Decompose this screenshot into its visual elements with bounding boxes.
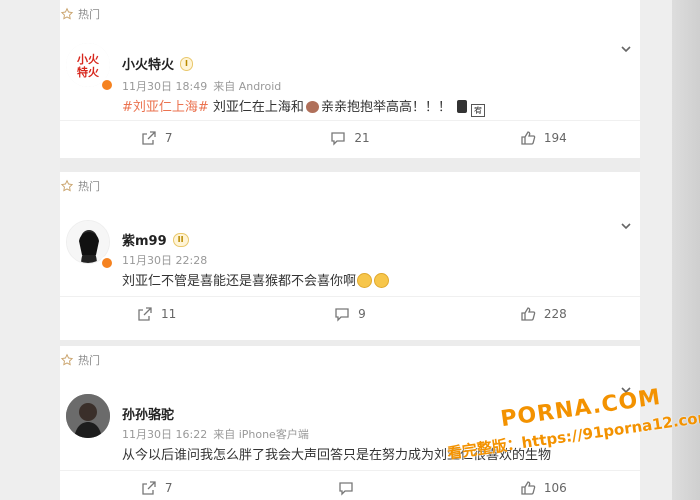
svg-text:特火: 特火 — [77, 65, 100, 79]
hot-label: 热门 — [60, 6, 100, 22]
divider — [60, 120, 640, 121]
share-icon — [138, 307, 152, 321]
laugh-cry-emoji-icon — [374, 273, 390, 288]
like-button[interactable]: 194 — [447, 130, 640, 146]
share-icon — [142, 481, 156, 495]
username[interactable]: 紫m99 II — [122, 230, 189, 249]
chevron-down-icon[interactable] — [620, 43, 632, 55]
chevron-down-icon[interactable] — [620, 220, 632, 232]
member-crown-icon: I — [180, 56, 193, 71]
thumbs-up-icon — [521, 131, 536, 145]
comment-text: 刘亚仁不管是喜能还是喜猴都不会喜你啊 — [122, 270, 390, 289]
verified-badge-icon — [100, 78, 114, 92]
repost-button[interactable]: 7 — [60, 480, 253, 496]
svg-text:小火: 小火 — [76, 52, 100, 66]
microphone-icon[interactable] — [456, 100, 467, 113]
comment-icon — [335, 308, 349, 322]
screenshot-stage: 热门 小火 特火 小火特火 I 11月30日 18:49 来自 Android #… — [0, 0, 700, 500]
divider — [60, 470, 640, 471]
like-button[interactable]: 228 — [447, 306, 640, 322]
star-outline-icon — [60, 7, 74, 20]
comment-card: 热门 紫m99 II 11月30日 22:28 刘亚仁不管是喜能还是喜猴都不会喜… — [60, 172, 640, 340]
repost-button[interactable]: 7 — [60, 130, 253, 146]
comment-button[interactable] — [253, 480, 446, 496]
left-margin — [0, 0, 60, 500]
like-button[interactable]: 106 — [447, 480, 640, 496]
repost-button[interactable]: 11 — [60, 306, 253, 322]
avatar[interactable] — [66, 394, 110, 438]
divider — [60, 296, 640, 297]
comment-meta: 11月30日 18:49 来自 Android — [122, 80, 282, 93]
action-bar: 7 106 — [60, 480, 640, 496]
hot-label: 热门 — [60, 352, 100, 368]
comment-button[interactable]: 9 — [253, 306, 446, 322]
thumbs-up-icon — [521, 307, 536, 321]
star-outline-icon — [60, 179, 74, 192]
thumbs-up-icon — [521, 481, 536, 495]
star-outline-icon — [60, 353, 74, 366]
comment-meta: 11月30日 16:22 来自 iPhone客户端 — [122, 428, 309, 441]
comment-text: #刘亚仁上海# 刘亚仁在上海和 亲亲抱抱举高高！！！宥 — [122, 96, 485, 117]
comment-card: 热门 小火 特火 小火特火 I 11月30日 18:49 来自 Android #… — [60, 0, 640, 158]
username[interactable]: 孙孙骆驼 — [122, 404, 174, 423]
member-crown-icon: II — [172, 232, 189, 247]
comment-icon — [339, 482, 353, 496]
comment-button[interactable]: 21 — [253, 130, 446, 146]
topic-link[interactable]: #刘亚仁上海# — [122, 100, 209, 115]
laugh-cry-emoji-icon — [357, 273, 373, 288]
verified-badge-icon — [100, 256, 114, 270]
hot-label: 热门 — [60, 178, 100, 194]
action-bar: 7 21 194 — [60, 130, 640, 146]
comment-meta: 11月30日 22:28 — [122, 254, 208, 267]
share-icon — [142, 131, 156, 145]
translate-icon[interactable]: 宥 — [470, 104, 485, 117]
bear-emoji-icon — [305, 101, 319, 113]
username[interactable]: 小火特火 I — [122, 54, 193, 73]
action-bar: 11 9 228 — [60, 306, 640, 322]
comment-icon — [331, 132, 345, 146]
